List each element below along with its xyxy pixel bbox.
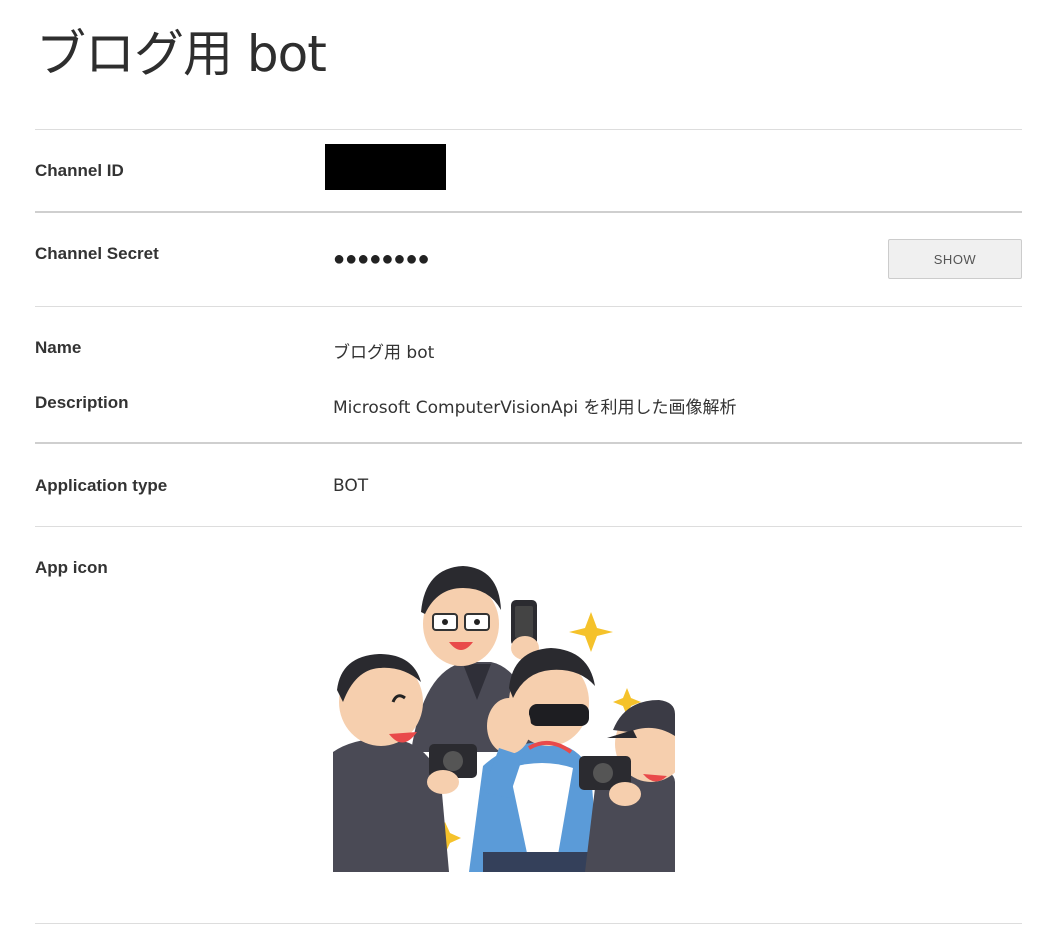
page-title: ブログ用 bot [36,25,327,83]
divider [35,306,1022,307]
divider [35,442,1022,444]
show-secret-button[interactable]: SHOW [888,239,1022,279]
channel-id-redaction [325,144,446,190]
divider [35,211,1022,213]
application-type-value: BOT [333,476,369,496]
channel-id-label: Channel ID [35,161,124,180]
channel-settings-page: ブログ用 bot Channel ID Channel Secret ●●●●●… [0,0,1056,932]
divider [35,526,1022,527]
application-type-label: Application type [35,476,168,495]
channel-secret-masked-value: ●●●●●●●● [333,248,430,270]
app-icon-label: App icon [35,558,108,577]
name-value: ブログ用 bot [333,343,435,363]
app-icon-image[interactable] [333,552,675,872]
channel-secret-label: Channel Secret [35,244,159,263]
name-label: Name [35,338,82,357]
divider [35,129,1022,130]
description-label: Description [35,393,129,412]
description-value: Microsoft ComputerVisionApi を利用した画像解析 [333,398,737,418]
divider [35,923,1022,924]
